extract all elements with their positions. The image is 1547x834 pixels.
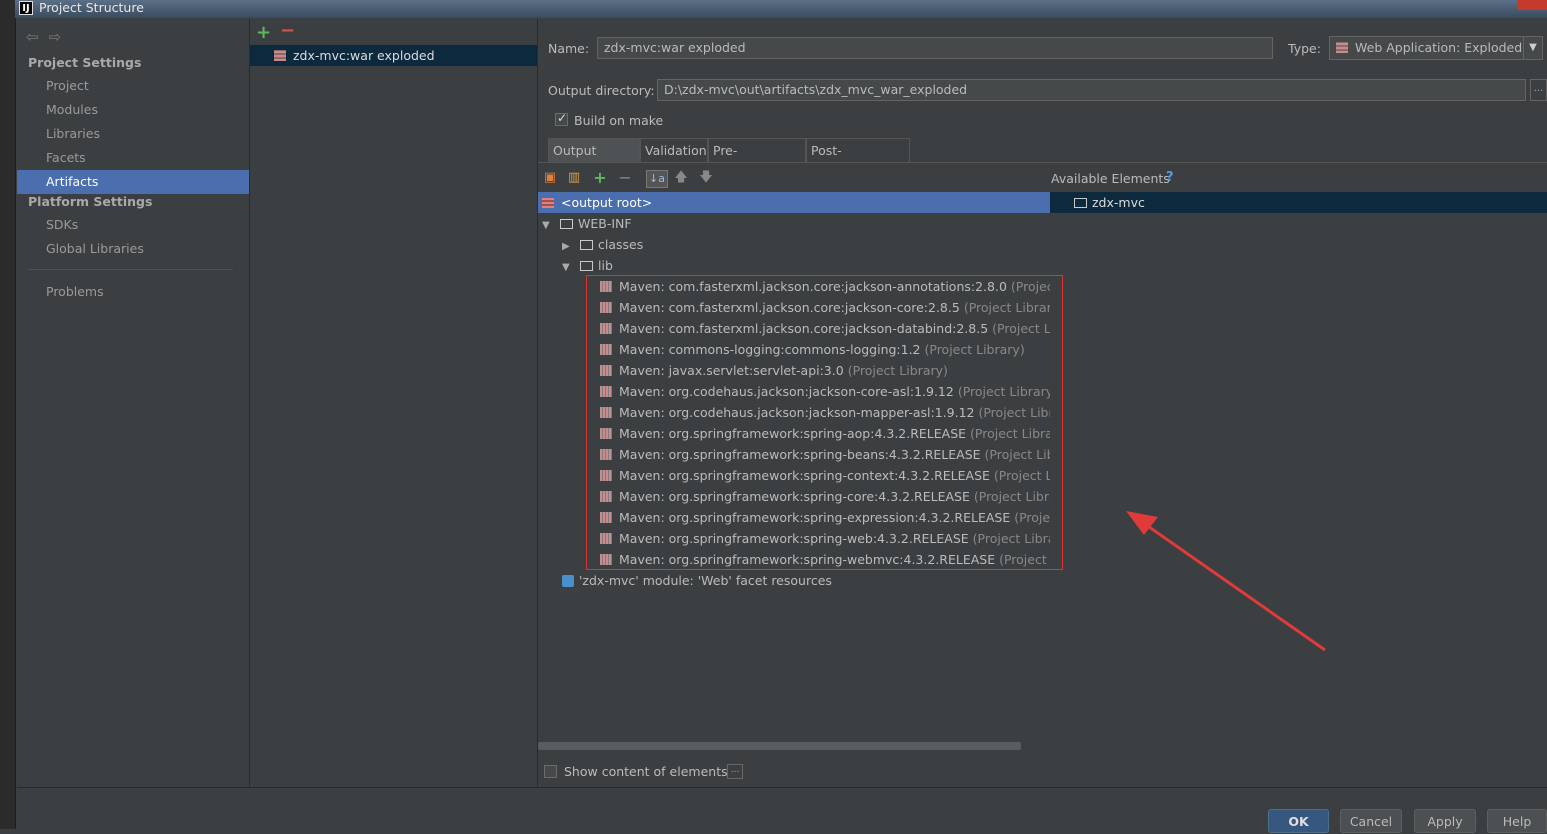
sidebar-item-artifacts[interactable]: Artifacts	[17, 170, 249, 194]
folder-icon	[580, 261, 593, 271]
artifact-list-panel	[250, 19, 538, 787]
nav-arrows: ⇦⇨	[26, 28, 71, 46]
new-folder-icon[interactable]: ▣	[542, 170, 558, 186]
output-root-row[interactable]: <output root>	[538, 192, 1050, 213]
sidebar-item-project[interactable]: Project	[17, 74, 249, 98]
move-down-icon[interactable]: 🡇	[698, 170, 714, 186]
sort-icon[interactable]: ↓a	[646, 170, 668, 188]
add-element-icon[interactable]: +	[592, 170, 608, 186]
tab-post-processing[interactable]: Post-processing	[806, 138, 910, 182]
back-arrow-icon[interactable]: ⇦	[26, 28, 49, 46]
sidebar-item-global-libraries[interactable]: Global Libraries	[17, 237, 249, 261]
show-content-checkbox[interactable]	[544, 765, 557, 778]
sidebar-separator	[28, 269, 233, 270]
show-content-options-button[interactable]: ...	[727, 764, 743, 779]
available-elements-label: Available Elements	[1051, 171, 1170, 186]
desktop-edge	[0, 0, 16, 829]
annotation-highlight-box	[586, 275, 1063, 570]
chevron-down-icon[interactable]: ▼	[1523, 37, 1542, 59]
project-settings-header: Project Settings	[28, 55, 142, 70]
add-artifact-button[interactable]: +	[256, 22, 271, 43]
ok-button[interactable]: OK	[1268, 809, 1329, 833]
show-content-label: Show content of elements	[564, 764, 728, 779]
available-element-label: zdx-mvc	[1092, 195, 1145, 210]
tree-row-facet-resources[interactable]: 'zdx-mvc' module: 'Web' facet resources	[562, 570, 832, 591]
artifact-item-label: zdx-mvc:war exploded	[293, 48, 435, 63]
annotation-arrow	[1126, 511, 1326, 652]
folder-icon	[560, 219, 573, 229]
sidebar-item-facets[interactable]: Facets	[17, 146, 249, 170]
output-directory-label: Output directory:	[548, 83, 655, 98]
sidebar-item-sdks[interactable]: SDKs	[17, 213, 249, 237]
war-artifact-icon	[274, 50, 286, 61]
available-element-row[interactable]: zdx-mvc	[1050, 192, 1547, 213]
lib-label: lib	[598, 258, 613, 273]
classes-label: classes	[598, 237, 644, 252]
title-bar	[15, 0, 1547, 18]
build-on-make-checkbox[interactable]: ✓	[555, 111, 568, 126]
arrow-shaft	[1141, 520, 1326, 652]
output-directory-input[interactable]: D:\zdx-mvc\out\artifacts\zdx_mvc_war_exp…	[657, 79, 1526, 101]
new-archive-icon[interactable]: ▥	[566, 170, 582, 186]
type-label: Type:	[1288, 41, 1321, 56]
sidebar-item-problems[interactable]: Problems	[17, 280, 249, 304]
build-on-make-label: Build on make	[574, 113, 664, 128]
type-select[interactable]: Web Application: Exploded ▼	[1329, 36, 1543, 60]
window-close-button[interactable]	[1518, 0, 1547, 10]
sidebar-item-libraries[interactable]: Libraries	[17, 122, 249, 146]
sidebar-item-modules[interactable]: Modules	[17, 98, 249, 122]
move-up-icon[interactable]: 🡅	[673, 170, 689, 186]
web-facet-icon	[562, 575, 574, 587]
forward-arrow-icon[interactable]: ⇨	[49, 28, 72, 46]
tree-row-classes[interactable]: ▶ classes	[562, 234, 643, 255]
module-folder-icon	[1074, 198, 1087, 208]
web-app-icon	[1336, 42, 1348, 53]
artifact-item[interactable]: zdx-mvc:war exploded	[250, 45, 537, 66]
remove-artifact-button[interactable]: −	[280, 20, 295, 41]
collapsed-arrow-icon[interactable]: ▶	[562, 236, 574, 257]
type-select-value: Web Application: Exploded	[1355, 40, 1523, 55]
platform-settings-header: Platform Settings	[28, 194, 153, 209]
intellij-app-icon: IJ	[19, 1, 33, 15]
cancel-button[interactable]: Cancel	[1340, 809, 1402, 833]
folder-icon	[580, 240, 593, 250]
tab-pre-processing[interactable]: Pre-processing	[708, 138, 806, 182]
browse-button[interactable]: ...	[1530, 79, 1547, 101]
tab-output-layout[interactable]: Output Layout	[548, 138, 640, 182]
checkmark-icon: ✓	[557, 111, 568, 125]
tree-row-lib[interactable]: ▼ lib	[562, 255, 613, 276]
help-button[interactable]: Help	[1487, 809, 1547, 833]
tab-validation[interactable]: Validation	[640, 138, 708, 162]
expanded-arrow-icon[interactable]: ▼	[562, 257, 574, 278]
tree-row-web-inf[interactable]: ▼ WEB-INF	[542, 213, 632, 234]
apply-button[interactable]: Apply	[1414, 809, 1476, 833]
remove-element-icon[interactable]: −	[617, 170, 633, 186]
help-icon[interactable]: ?	[1166, 170, 1174, 185]
output-root-label: <output root>	[561, 195, 653, 210]
output-root-icon	[542, 197, 554, 208]
name-input[interactable]: zdx-mvc:war exploded	[597, 37, 1273, 59]
horizontal-scrollbar[interactable]	[538, 742, 1021, 750]
name-label: Name:	[548, 41, 590, 56]
window-title: Project Structure	[39, 0, 144, 15]
expanded-arrow-icon[interactable]: ▼	[542, 215, 554, 236]
facet-resources-label: 'zdx-mvc' module: 'Web' facet resources	[579, 573, 832, 588]
web-inf-label: WEB-INF	[578, 216, 632, 231]
